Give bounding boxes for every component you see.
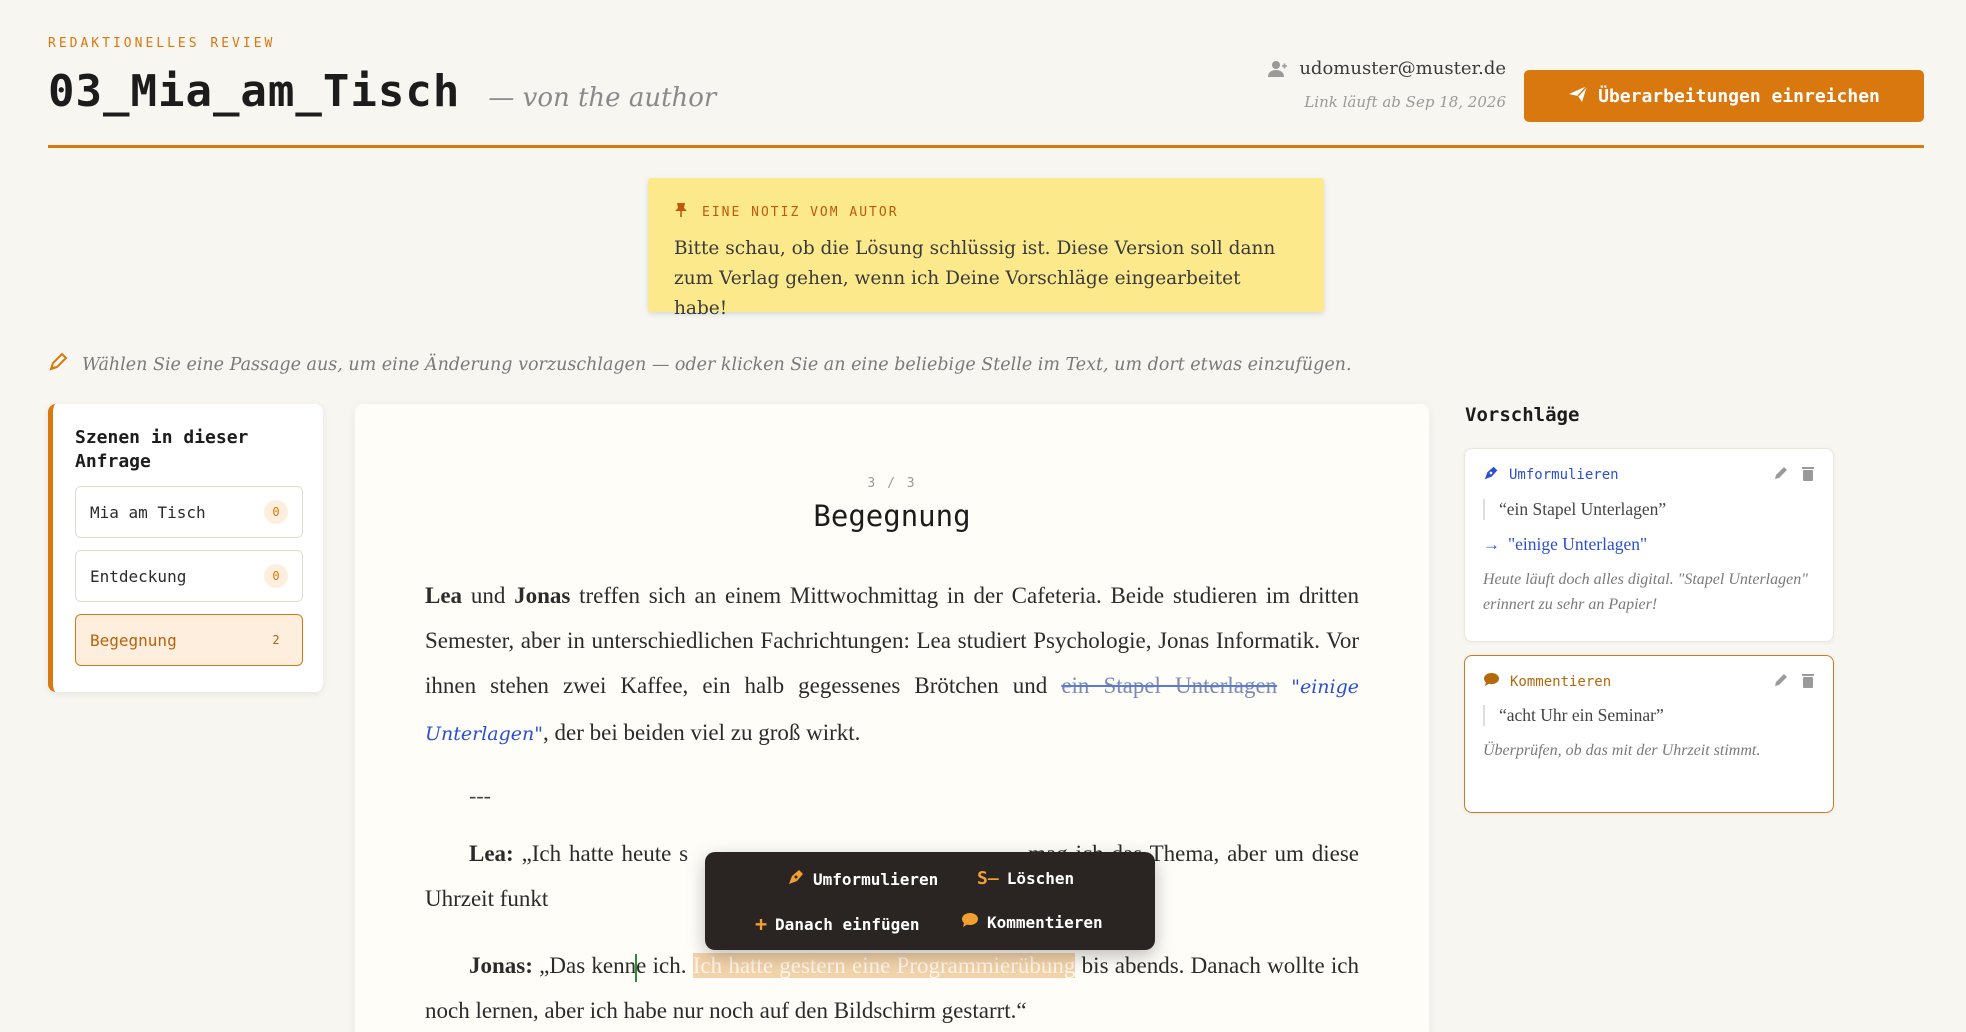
author-note: Eine Notiz vom Autor Bitte schau, ob die… <box>648 178 1324 319</box>
comment-button[interactable]: Kommentieren <box>961 912 1103 932</box>
selected-text[interactable]: Ich hatte gestern eine Programmierübung <box>692 953 1076 978</box>
speaker-name: Jonas: <box>469 953 533 978</box>
speech-bubble-icon <box>1483 672 1500 691</box>
delete-label: Löschen <box>1006 869 1075 888</box>
speech-bubble-icon <box>961 912 979 932</box>
scene-count-badge: 0 <box>264 500 288 524</box>
text-span: „Ich hatte heute s <box>513 841 689 866</box>
scene-item-entdeckung[interactable]: Entdeckung 0 <box>75 550 303 602</box>
pin-icon <box>674 202 688 222</box>
instruction-hint: Wählen Sie eine Passage aus, um eine Änd… <box>48 352 1352 377</box>
scenes-panel: Szenen in dieser Anfrage Mia am Tisch 0 … <box>48 404 323 692</box>
user-email: udomuster@muster.de <box>1299 58 1506 79</box>
suggestion-type-label: Kommentieren <box>1510 673 1612 690</box>
insert-after-button[interactable]: + Danach einfügen <box>755 912 920 936</box>
arrow-right-icon: → <box>1483 534 1500 554</box>
pen-nib-icon <box>787 868 805 890</box>
submit-revisions-button[interactable]: Überarbeitungen einreichen <box>1524 70 1924 122</box>
author-byline: — von the author <box>488 83 717 113</box>
rephrase-button[interactable]: Umformulieren <box>787 868 938 890</box>
text-span: „Das kenn <box>532 953 637 978</box>
card-actions <box>1773 672 1815 692</box>
trash-icon[interactable] <box>1801 672 1815 692</box>
scene-count-badge: 2 <box>272 633 280 647</box>
suggestion-card-comment[interactable]: Kommentieren “acht Uhr ein Seminar” Über… <box>1464 655 1834 813</box>
speaker-name: Lea: <box>469 841 514 866</box>
page-indicator: 3 / 3 <box>867 476 917 491</box>
submit-label: Überarbeitungen einreichen <box>1598 85 1880 107</box>
edit-icon[interactable] <box>1773 465 1789 485</box>
scenes-title: Szenen in dieser Anfrage <box>75 427 249 472</box>
scene-heading: Begegnung <box>813 499 971 533</box>
paragraph[interactable]: Jonas: „Das kenne ich. Ich hatte gestern… <box>425 943 1359 1032</box>
scene-label: Entdeckung <box>90 566 187 586</box>
character-name: Jonas <box>514 583 571 608</box>
suggestions-title: Vorschläge <box>1465 404 1580 426</box>
selection-toolbar: Umformulieren S̶ Löschen + Danach einfüg… <box>705 852 1155 950</box>
note-text: Bitte schau, ob die Lösung schlüssig ist… <box>674 238 1276 319</box>
insert-after-label: Danach einfügen <box>775 914 920 934</box>
paragraph[interactable]: Lea und Jonas treffen sich an einem Mitt… <box>425 573 1359 757</box>
link-expiry: Link läuft ab Sep 18, 2026 <box>1304 93 1506 111</box>
suggestion-note: Überprüfen, ob das mit der Uhrzeit stimm… <box>1483 742 1761 759</box>
suggestion-type-label: Umformulieren <box>1509 467 1619 483</box>
rephrase-label: Umformulieren <box>813 869 939 889</box>
suggestion-note: Heute läuft doch alles digital. "Stapel … <box>1483 571 1808 613</box>
replacement-row: → "einige Unterlagen" <box>1483 534 1815 555</box>
edit-icon[interactable] <box>1773 672 1789 692</box>
text-span: e ich. <box>636 953 693 978</box>
character-name: Lea <box>425 583 463 608</box>
scene-count-badge: 0 <box>264 564 288 588</box>
text-span: und <box>462 583 515 608</box>
trash-icon[interactable] <box>1801 465 1815 485</box>
comment-label: Kommentieren <box>987 912 1103 932</box>
suggestion-type: Kommentieren <box>1483 672 1815 691</box>
note-label-row: Eine Notiz vom Autor <box>674 202 1298 222</box>
user-email-row: udomuster@muster.de <box>1267 58 1506 79</box>
document-title: 03_Mia_am_Tisch <box>48 66 461 117</box>
scene-item-begegnung[interactable]: Begegnung 2 <box>75 614 303 666</box>
delete-button[interactable]: S̶ Löschen <box>977 868 1074 889</box>
deleted-text[interactable]: ein Stapel Unterlagen <box>1061 673 1277 698</box>
card-actions <box>1773 465 1815 485</box>
text-span: , der bei beiden viel zu groß wirkt. <box>543 720 861 745</box>
header: Redaktionelles Review 03_Mia_am_Tisch — … <box>48 36 1924 148</box>
title-row: 03_Mia_am_Tisch — von the author <box>48 66 716 117</box>
suggestion-card-rephrase[interactable]: Umformulieren “ein Stapel Unterlagen” → … <box>1464 448 1834 642</box>
suggestion-type: Umformulieren <box>1483 465 1815 485</box>
scene-label: Begegnung <box>90 630 177 650</box>
eyebrow-label: Redaktionelles Review <box>48 36 276 51</box>
pen-nib-icon <box>1483 465 1499 485</box>
user-icon <box>1267 60 1289 78</box>
hint-text: Wählen Sie eine Passage aus, um eine Änd… <box>82 354 1352 375</box>
scene-label: Mia am Tisch <box>90 502 206 522</box>
send-icon <box>1568 84 1588 109</box>
scene-item-mia-am-tisch[interactable]: Mia am Tisch 0 <box>75 486 303 538</box>
strikethrough-icon: S̶ <box>977 868 999 889</box>
scene-separator: --- <box>469 783 491 808</box>
plus-icon: + <box>755 912 768 936</box>
original-quote: “acht Uhr ein Seminar” <box>1483 705 1815 726</box>
pen-icon <box>48 352 68 377</box>
note-label: Eine Notiz vom Autor <box>702 204 899 220</box>
replacement-text: "einige Unterlagen" <box>1508 534 1648 554</box>
original-quote: “ein Stapel Unterlagen” <box>1483 499 1815 520</box>
user-info: udomuster@muster.de Link läuft ab Sep 18… <box>1267 58 1506 111</box>
